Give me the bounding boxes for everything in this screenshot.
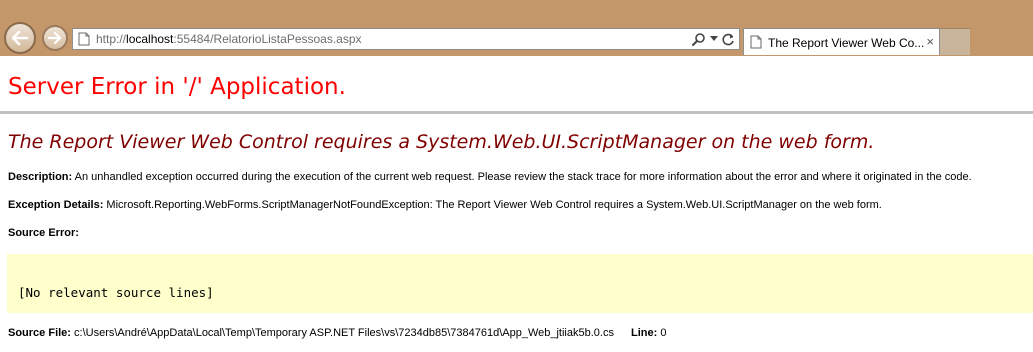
error-message: The Report Viewer Web Control requires a… bbox=[8, 131, 875, 153]
back-button[interactable] bbox=[4, 22, 36, 54]
source-error-label: Source Error: bbox=[8, 227, 79, 239]
back-arrow-icon bbox=[11, 30, 29, 46]
tab-report-viewer[interactable]: The Report Viewer Web Co... × bbox=[743, 28, 940, 55]
error-page: Server Error in '/' Application. The Rep… bbox=[0, 56, 1033, 352]
description-label: Description: bbox=[8, 171, 73, 183]
source-error-line: Source Error: bbox=[8, 226, 79, 240]
description-line: Description: An unhandled exception occu… bbox=[8, 170, 972, 184]
forward-arrow-icon bbox=[48, 32, 62, 44]
source-file-line: Source File: c:\Users\André\AppData\Loca… bbox=[8, 326, 666, 340]
url-path: :55484/RelatorioListaPessoas.aspx bbox=[173, 32, 362, 46]
exception-text: Microsoft.Reporting.WebForms.ScriptManag… bbox=[106, 199, 882, 211]
search-icon bbox=[692, 33, 705, 46]
close-icon[interactable]: × bbox=[926, 35, 934, 49]
tab-title: The Report Viewer Web Co... bbox=[768, 36, 925, 50]
address-bar[interactable]: http://localhost:55484/RelatorioListaPes… bbox=[72, 28, 740, 50]
line-number: 0 bbox=[660, 327, 667, 339]
source-error-text: [No relevant source lines] bbox=[18, 285, 214, 300]
divider bbox=[0, 111, 1033, 114]
page-title: Server Error in '/' Application. bbox=[8, 74, 346, 100]
page-icon bbox=[78, 32, 90, 46]
source-error-box: [No relevant source lines] bbox=[7, 254, 1033, 313]
url-prefix: http:// bbox=[96, 32, 127, 46]
source-file-label: Source File: bbox=[8, 327, 71, 339]
forward-button[interactable] bbox=[42, 25, 68, 51]
dropdown-arrow-icon bbox=[710, 36, 718, 41]
dropdown-button[interactable] bbox=[710, 36, 718, 42]
description-text: An unhandled exception occurred during t… bbox=[74, 171, 972, 183]
exception-line: Exception Details: Microsoft.Reporting.W… bbox=[8, 198, 882, 212]
browser-toolbar: http://localhost:55484/RelatorioListaPes… bbox=[0, 0, 1033, 56]
url-host: localhost bbox=[126, 32, 174, 46]
new-tab-button[interactable] bbox=[940, 28, 970, 55]
search-button[interactable] bbox=[692, 32, 706, 46]
source-file-path: c:\Users\André\AppData\Local\Temp\Tempor… bbox=[74, 327, 614, 339]
line-label: Line: bbox=[631, 327, 658, 339]
page-icon bbox=[750, 35, 762, 49]
exception-label: Exception Details: bbox=[8, 199, 104, 211]
refresh-button[interactable] bbox=[722, 33, 735, 46]
url-text[interactable]: http://localhost:55484/RelatorioListaPes… bbox=[96, 32, 362, 46]
refresh-icon bbox=[722, 33, 734, 45]
